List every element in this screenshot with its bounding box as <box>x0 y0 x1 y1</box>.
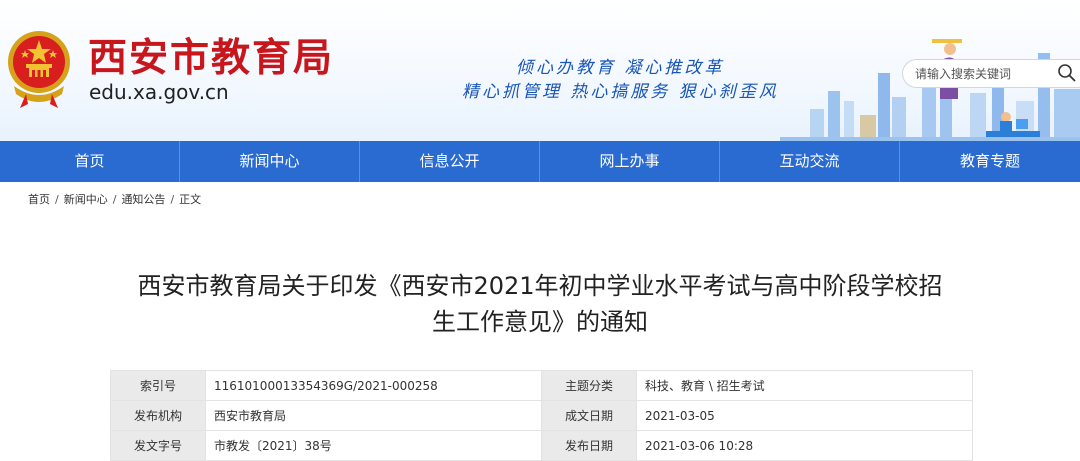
main-nav: 首页 新闻中心 信息公开 网上办事 互动交流 教育专题 <box>0 141 1080 182</box>
article-title: 西安市教育局关于印发《西安市2021年初中学业水平考试与高中阶段学校招 生工作意… <box>90 268 990 340</box>
nav-online-services[interactable]: 网上办事 <box>540 141 720 182</box>
nav-interaction[interactable]: 互动交流 <box>720 141 900 182</box>
info-label: 发文字号 <box>110 430 206 461</box>
slogan-line-1: 倾心办教育 凝心推改革 <box>516 58 725 78</box>
info-value: 西安市教育局 <box>205 400 542 431</box>
info-value: 11610100013354369G/2021-000258 <box>205 370 542 401</box>
info-value: 科技、教育 \ 招生考试 <box>636 370 973 401</box>
nav-education-topics[interactable]: 教育专题 <box>900 141 1080 182</box>
info-value: 2021-03-06 10:28 <box>636 430 973 461</box>
site-header: 西安市教育局 edu.xa.gov.cn 倾心办教育 凝心推改革 精心抓管理 热… <box>0 0 1080 141</box>
site-domain: edu.xa.gov.cn <box>89 80 229 104</box>
info-label: 索引号 <box>110 370 206 401</box>
table-row: 发文字号 市教发〔2021〕38号 发布日期 2021-03-06 10:28 <box>110 430 973 461</box>
breadcrumb-news-center[interactable]: 新闻中心 <box>64 193 108 206</box>
info-value: 2021-03-05 <box>636 400 973 431</box>
breadcrumb: 首页 / 新闻中心 / 通知公告 / 正文 <box>28 192 201 208</box>
info-label: 成文日期 <box>541 400 637 431</box>
info-label: 主题分类 <box>541 370 637 401</box>
info-value: 市教发〔2021〕38号 <box>205 430 542 461</box>
nav-news-center[interactable]: 新闻中心 <box>180 141 360 182</box>
breadcrumb-notices[interactable]: 通知公告 <box>121 193 165 206</box>
slogan-line-2: 精心抓管理 热心搞服务 狠心刹歪风 <box>462 82 779 102</box>
info-label: 发布机构 <box>110 400 206 431</box>
nav-info-disclosure[interactable]: 信息公开 <box>360 141 540 182</box>
search-input[interactable] <box>915 64 1055 84</box>
breadcrumb-separator: / <box>112 193 117 206</box>
nav-home[interactable]: 首页 <box>0 141 180 182</box>
breadcrumb-home[interactable]: 首页 <box>28 193 50 206</box>
site-title[interactable]: 西安市教育局 <box>88 36 334 82</box>
document-info-table: 索引号 11610100013354369G/2021-000258 主题分类 … <box>110 370 973 461</box>
table-row: 索引号 11610100013354369G/2021-000258 主题分类 … <box>110 370 973 401</box>
article-title-line-1: 西安市教育局关于印发《西安市2021年初中学业水平考试与高中阶段学校招 <box>137 272 943 300</box>
table-row: 发布机构 西安市教育局 成文日期 2021-03-05 <box>110 400 973 431</box>
article-title-line-2: 生工作意见》的通知 <box>432 308 648 336</box>
search-icon[interactable] <box>1057 63 1077 83</box>
breadcrumb-separator: / <box>55 193 59 206</box>
breadcrumb-separator: / <box>170 193 175 206</box>
national-emblem-icon <box>8 31 70 108</box>
info-label: 发布日期 <box>541 430 637 461</box>
search-box <box>902 59 1080 88</box>
breadcrumb-current: 正文 <box>179 193 202 206</box>
